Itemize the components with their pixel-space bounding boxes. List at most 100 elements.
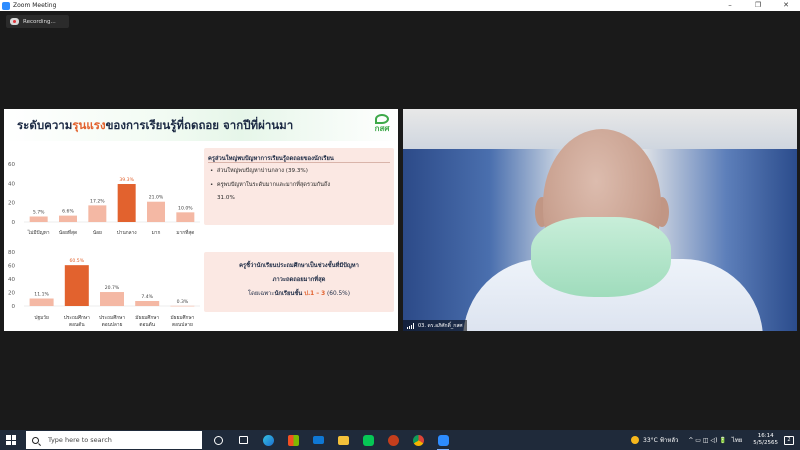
store-icon[interactable] xyxy=(283,432,303,448)
y-tick-label: 60 xyxy=(8,162,15,168)
taskbar-clock[interactable]: 16:14 5/5/2565 xyxy=(753,433,778,447)
notification-center-icon[interactable]: 2 xyxy=(784,435,794,445)
y-tick-label: 0 xyxy=(12,220,16,226)
bar-charts: 0 20 40 60 5.7% ไม่มีปัญหา 6.6% น้อยที่สุด 17.2%… xyxy=(8,162,200,328)
windows-taskbar: Type here to search 33°C ฟ้าหลัว ^ ▭ ◫ ◁… xyxy=(0,430,800,450)
data-label: 0.3% xyxy=(177,299,189,305)
participant-face-mask xyxy=(531,217,671,297)
cortana-icon[interactable] xyxy=(208,432,228,448)
data-label: 6.6% xyxy=(62,209,74,215)
bar xyxy=(170,305,195,307)
chrome-icon[interactable] xyxy=(408,432,428,448)
participant-name: 03. ดร.อภิศักดิ์_กสศ xyxy=(418,322,463,329)
text-part: นักเรียนชั้น xyxy=(274,291,305,297)
bullet-continuation: 31.0% xyxy=(217,195,235,201)
data-label: 5.7% xyxy=(33,209,45,215)
bar xyxy=(59,215,77,222)
data-label: 21.0% xyxy=(149,195,164,201)
bar xyxy=(29,298,54,306)
divider xyxy=(208,162,390,163)
finding-bullet: • ครูพบปัญหาในระดับมากและมากที่สุดรวมกัน… xyxy=(210,182,331,188)
weather-widget[interactable]: 33°C ฟ้าหลัว xyxy=(631,435,678,445)
close-button[interactable]: ✕ xyxy=(772,0,800,11)
y-tick-label: 40 xyxy=(8,181,15,187)
category-label: มัธยมศึกษา xyxy=(170,315,194,321)
bar xyxy=(100,292,124,306)
line-icon[interactable] xyxy=(358,432,378,448)
search-icon xyxy=(32,436,39,444)
data-label: 10.0% xyxy=(178,205,193,211)
y-tick-label: 60 xyxy=(8,264,15,270)
y-tick-label: 20 xyxy=(8,201,15,207)
y-tick-label: 20 xyxy=(8,291,15,297)
category-label: ประถมศึกษา xyxy=(64,315,90,321)
data-label: 60.5% xyxy=(70,258,85,264)
category-label: ปฐมวัย xyxy=(34,315,49,321)
bar xyxy=(88,205,107,222)
text-part: (60.5%) xyxy=(325,291,350,297)
bar xyxy=(29,216,48,222)
text-highlight: ป.1 – 3 xyxy=(304,291,326,297)
bar xyxy=(176,212,195,222)
data-label: 7.4% xyxy=(141,294,153,300)
zoom-app-icon xyxy=(2,1,10,10)
zoom-taskbar-icon[interactable] xyxy=(433,432,453,450)
participant-video-tile[interactable]: 03. ดร.อภิศักดิ์_กสศ xyxy=(403,109,797,331)
finding-bullet: • ส่วนใหญ่พบปัญหาปานกลาง (39.3%) xyxy=(210,168,308,174)
category-label: ไม่มีปัญหา xyxy=(27,229,50,236)
category-label: น้อย xyxy=(93,229,102,236)
bar xyxy=(117,184,136,222)
sun-icon xyxy=(631,436,640,444)
recording-label: Recording... xyxy=(23,18,56,25)
participant-name-tag: 03. ดร.อภิศักดิ์_กสศ xyxy=(403,320,467,331)
bullet-text: ส่วนใหญ่พบปัญหาปานกลาง (39.3%) xyxy=(216,168,308,174)
clock-date: 5/5/2565 xyxy=(753,440,778,446)
bar xyxy=(135,301,160,306)
category-label: ประถมศึกษา xyxy=(99,315,125,321)
mail-icon[interactable] xyxy=(308,432,328,448)
edge-icon[interactable] xyxy=(258,432,278,448)
data-label: 17.2% xyxy=(90,198,105,204)
category-label: ตอนปลาย xyxy=(102,322,123,328)
minimize-button[interactable]: – xyxy=(716,0,744,11)
finding-line: โดยเฉพาะนักเรียนชั้น ป.1 – 3 (60.5%) xyxy=(204,288,394,298)
bullet-text: ครูพบปัญหาในระดับมากและมากที่สุดรวมกันถึ… xyxy=(216,182,331,188)
recording-indicator[interactable]: Recording... xyxy=(6,15,69,28)
window-titlebar: Zoom Meeting – ❐ ✕ xyxy=(0,0,800,11)
bar xyxy=(147,201,165,222)
language-indicator[interactable]: ไทย xyxy=(732,435,743,445)
finding-line: ครูชี้ว่านักเรียนประถมศึกษาเป็นช่วงชั้นท… xyxy=(239,263,359,269)
tray-icons[interactable]: ^ ▭ ◫ ◁) 🔋 xyxy=(688,437,726,444)
category-label: มาก xyxy=(152,231,161,236)
maximize-button[interactable]: ❐ xyxy=(744,0,772,11)
data-label: 11.1% xyxy=(34,292,49,298)
search-placeholder: Type here to search xyxy=(48,436,112,444)
task-view-icon[interactable] xyxy=(233,432,253,448)
file-explorer-icon[interactable] xyxy=(333,432,353,448)
category-label: ปานกลาง xyxy=(117,230,137,236)
bar xyxy=(64,265,89,306)
y-tick-label: 80 xyxy=(8,250,15,256)
signal-bars-icon xyxy=(407,322,415,329)
windows-start-button[interactable] xyxy=(6,435,16,445)
taskbar-search-box[interactable]: Type here to search xyxy=(26,431,202,449)
finding-box-severity: ครูส่วนใหญ่พบปัญหาการเรียนรู้ถดถอยของนัก… xyxy=(204,148,394,225)
category-label: ตอนต้น xyxy=(139,321,155,328)
cloud-recording-icon xyxy=(10,18,19,25)
category-label: น้อยที่สุด xyxy=(59,229,77,236)
clock-time: 16:14 xyxy=(757,433,774,439)
text-part: โดยเฉพาะ xyxy=(248,291,275,297)
category-label: ตอนปลาย xyxy=(172,322,193,328)
category-label: มัธยมศึกษา xyxy=(135,315,159,321)
finding-line: ภาวะถดถอยมากที่สุด xyxy=(272,277,326,283)
finding-box-level: ครูชี้ว่านักเรียนประถมศึกษาเป็นช่วงชั้นท… xyxy=(204,252,394,312)
leaf-icon xyxy=(375,114,389,124)
category-label: มากที่สุด xyxy=(176,229,194,236)
window-title: Zoom Meeting xyxy=(13,2,57,9)
shared-screen: ระดับความรุนแรงของการเรียนรู้ที่ถดถอย จา… xyxy=(4,109,398,331)
eef-logo: กสศ xyxy=(370,114,394,133)
powerpoint-icon[interactable] xyxy=(383,432,403,448)
data-label: 20.7% xyxy=(105,285,120,291)
logo-text: กสศ xyxy=(374,124,390,133)
taskbar-pinned-apps xyxy=(208,432,458,450)
